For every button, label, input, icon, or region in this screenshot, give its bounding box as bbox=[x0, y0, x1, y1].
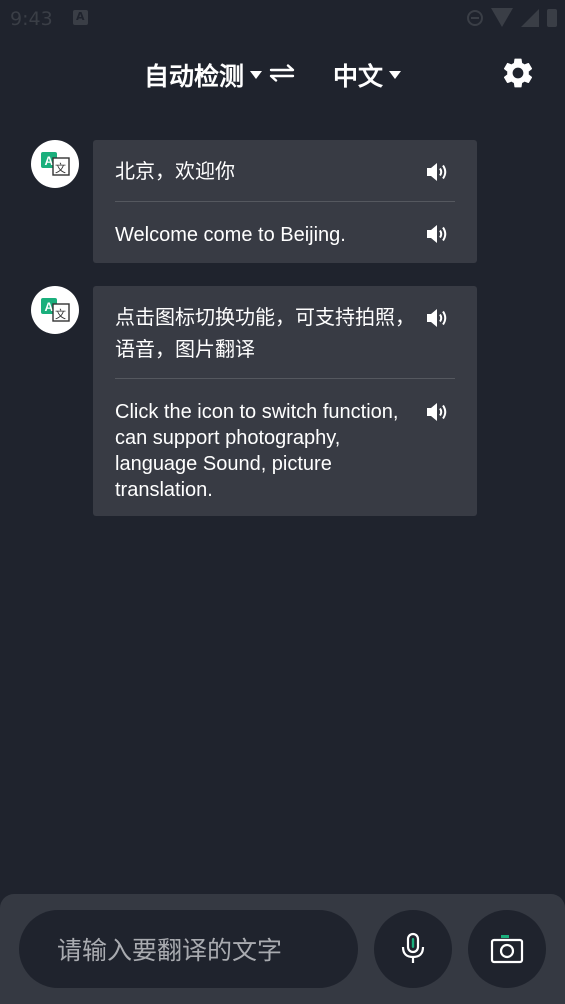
microphone-icon bbox=[401, 932, 425, 963]
translator-app: 9:43 自动检测 中文 A bbox=[0, 0, 565, 1004]
chevron-down-icon bbox=[389, 71, 402, 79]
source-language-selector[interactable]: 自动检测 bbox=[144, 57, 263, 93]
source-text: 北京，欢迎你 bbox=[115, 159, 235, 183]
cell-signal-icon bbox=[521, 8, 539, 27]
svg-text:A: A bbox=[45, 154, 54, 168]
translation-bubble: 北京，欢迎你 Welcome come to Beijing. bbox=[93, 140, 477, 263]
camera-translate-button[interactable] bbox=[468, 910, 546, 988]
target-language-label: 中文 bbox=[333, 62, 384, 91]
avatar: A 文 bbox=[31, 286, 79, 334]
translation-row: Welcome come to Beijing. bbox=[115, 202, 455, 248]
status-bar: 9:43 bbox=[0, 0, 565, 38]
notification-a-icon bbox=[73, 10, 88, 25]
source-text: 点击图标切换功能，可支持拍照，语音，图片翻译 bbox=[115, 305, 415, 361]
speaker-icon[interactable] bbox=[425, 401, 449, 423]
translated-text: Click the icon to switch function, can s… bbox=[115, 401, 399, 501]
chevron-down-icon bbox=[250, 71, 263, 79]
battery-icon bbox=[547, 8, 557, 27]
input-bar bbox=[0, 894, 565, 1004]
status-time: 9:43 bbox=[10, 8, 53, 30]
svg-text:文: 文 bbox=[55, 161, 66, 175]
speaker-icon[interactable] bbox=[425, 223, 449, 245]
text-input-container bbox=[19, 910, 358, 990]
swap-icon[interactable] bbox=[268, 64, 296, 82]
translate-icon: A 文 bbox=[41, 152, 70, 176]
source-row: 点击图标切换功能，可支持拍照，语音，图片翻译 bbox=[115, 286, 455, 378]
source-language-label: 自动检测 bbox=[144, 62, 245, 91]
speaker-icon[interactable] bbox=[425, 307, 449, 329]
language-header: 自动检测 中文 bbox=[0, 45, 565, 101]
translation-bubble: 点击图标切换功能，可支持拍照，语音，图片翻译 Click the icon to… bbox=[93, 286, 477, 516]
translation-row: Click the icon to switch function, can s… bbox=[115, 379, 455, 503]
svg-text:A: A bbox=[45, 300, 54, 314]
translate-text-input[interactable] bbox=[55, 910, 339, 990]
speaker-icon[interactable] bbox=[425, 161, 449, 183]
status-icons bbox=[467, 8, 557, 27]
settings-gear-icon[interactable] bbox=[500, 55, 536, 91]
target-language-selector[interactable]: 中文 bbox=[333, 57, 402, 93]
svg-text:文: 文 bbox=[55, 307, 66, 321]
camera-icon bbox=[490, 935, 524, 964]
translate-icon: A 文 bbox=[41, 298, 70, 322]
source-row: 北京，欢迎你 bbox=[115, 140, 455, 201]
voice-input-button[interactable] bbox=[374, 910, 452, 988]
translated-text: Welcome come to Beijing. bbox=[115, 224, 346, 246]
avatar: A 文 bbox=[31, 140, 79, 188]
wifi-icon bbox=[491, 8, 513, 27]
do-not-disturb-icon bbox=[467, 9, 483, 26]
